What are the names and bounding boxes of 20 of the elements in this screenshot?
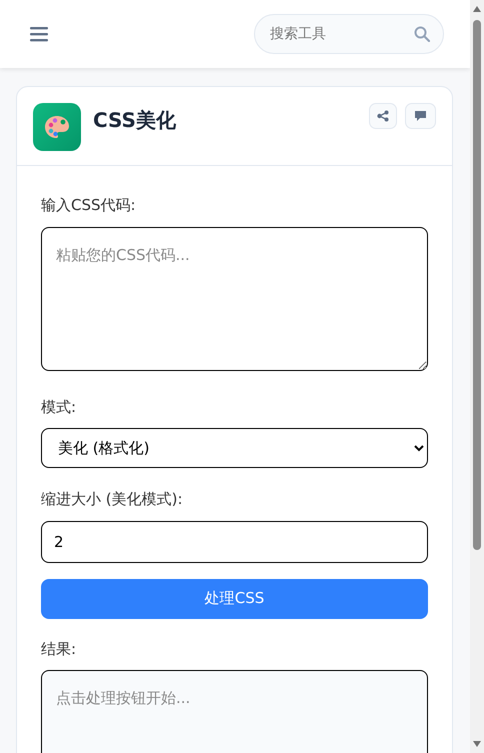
search-field[interactable]: 搜索工具: [254, 14, 444, 54]
scroll-down-arrow[interactable]: [473, 741, 481, 747]
share-button[interactable]: [369, 103, 397, 129]
field-label: 缩进大小 (美化模式):: [41, 489, 184, 510]
palette-icon: [33, 103, 81, 151]
scroll-up-arrow[interactable]: [473, 6, 481, 12]
mode-select[interactable]: 美化 (格式化): [41, 428, 428, 468]
comment-button[interactable]: [405, 103, 436, 129]
search-icon[interactable]: [414, 26, 430, 42]
menu-icon[interactable]: [30, 26, 48, 42]
css-input-field[interactable]: 粘贴您的CSS代码...: [41, 226, 428, 370]
process-button[interactable]: 处理CSS: [41, 578, 428, 618]
field-label: 模式:: [41, 396, 78, 418]
field-label: 输入CSS代码:: [41, 195, 137, 216]
field-label: 结果:: [41, 638, 78, 660]
share-icon: [377, 110, 389, 122]
result-field[interactable]: 点击处理按钮开始...: [41, 670, 428, 753]
tool-title: CSS美化: [93, 107, 177, 134]
indent-size-field[interactable]: 2: [41, 520, 428, 562]
comment-icon: [414, 110, 427, 122]
